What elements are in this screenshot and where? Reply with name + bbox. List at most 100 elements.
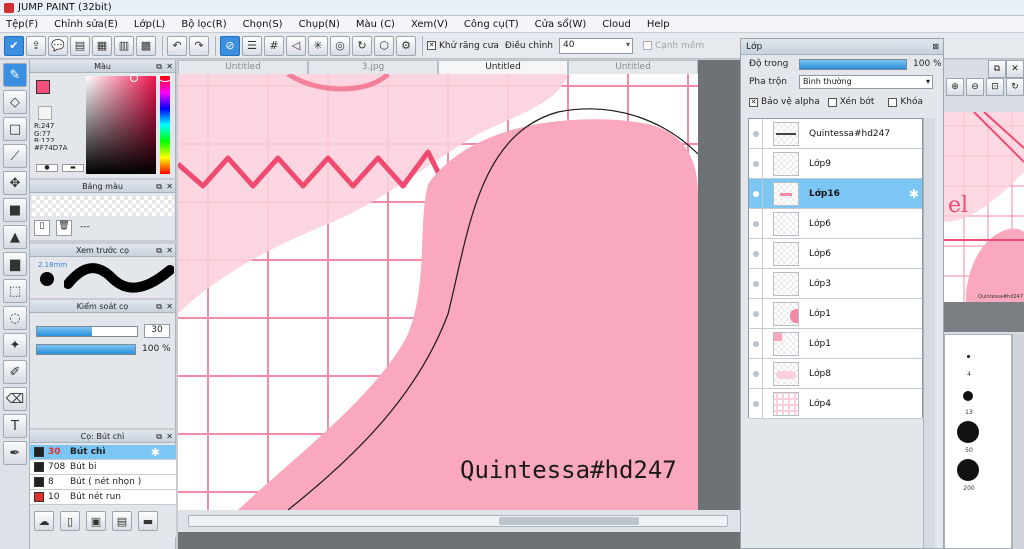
antialias-checkbox[interactable]: ✕ Khử răng cưa xyxy=(427,41,499,51)
layer-row[interactable]: Lớp6 xyxy=(749,208,922,239)
tab-untitled-4[interactable]: Untitled xyxy=(568,60,698,74)
popout-icon[interactable]: ⧉ xyxy=(156,180,162,193)
concentric-icon[interactable]: ◎ xyxy=(330,35,350,56)
hue-slider-cursor[interactable] xyxy=(158,74,172,82)
vanishing-point-icon[interactable]: ◁ xyxy=(286,35,306,56)
lasso-tool-icon[interactable]: ◌ xyxy=(3,306,27,330)
page-icon[interactable]: ▦ xyxy=(92,35,112,56)
layer-row[interactable]: Lớp3 xyxy=(749,268,922,299)
palette-swatches[interactable] xyxy=(32,196,174,216)
close-icon[interactable]: ✕ xyxy=(166,180,173,193)
layer-row[interactable]: Lớp1 xyxy=(749,298,922,329)
layer-row[interactable]: Lớp4 xyxy=(749,388,922,419)
visibility-eye-icon[interactable] xyxy=(749,148,763,179)
transparent-swatch[interactable] xyxy=(38,106,52,120)
opacity-slider[interactable] xyxy=(36,344,136,355)
eyedropper-tool-icon[interactable]: ✒ xyxy=(3,441,27,465)
fit-icon[interactable]: ⊡ xyxy=(986,78,1004,96)
antialias-check-icon[interactable]: ✕ xyxy=(427,41,436,50)
visibility-eye-icon[interactable] xyxy=(749,178,763,209)
visibility-eye-icon[interactable] xyxy=(749,388,763,419)
redo-icon[interactable]: ↷ xyxy=(189,35,209,56)
layer-row-selected[interactable]: Lớp16 ✱ xyxy=(749,178,922,209)
tab-untitled-1[interactable]: Untitled xyxy=(178,60,308,74)
delete-palette-icon[interactable]: 🗑 xyxy=(56,220,72,236)
bucket-tool-icon[interactable]: ▲ xyxy=(3,225,27,249)
gear-icon[interactable]: ✱ xyxy=(151,446,160,459)
pen-item[interactable]: 8 Bút ( nét nhọn ) xyxy=(30,475,176,490)
popout-icon[interactable]: ⧉ xyxy=(156,244,162,257)
color-mode-button[interactable]: ● xyxy=(36,164,58,172)
zoom-out-icon[interactable]: ⊖ xyxy=(966,78,984,96)
layer-blend-select[interactable]: Bình thường xyxy=(799,75,933,89)
protect-alpha-checkbox[interactable]: ✕ xyxy=(749,97,758,107)
zoom-in-icon[interactable]: ⊕ xyxy=(946,78,964,96)
clip-checkbox[interactable] xyxy=(827,97,837,107)
menu-select[interactable]: Chọn(S) xyxy=(243,19,283,30)
sv-picker-cursor[interactable] xyxy=(130,74,138,82)
menu-file[interactable]: Tệp(F) xyxy=(6,19,38,30)
brush-list-scrollbar[interactable] xyxy=(1012,334,1024,549)
layer-row[interactable]: Lớp9 xyxy=(749,148,922,179)
soft-edge-check-icon[interactable] xyxy=(642,41,652,50)
menu-capture[interactable]: Chụp(N) xyxy=(299,19,340,30)
visibility-eye-icon[interactable] xyxy=(749,208,763,239)
brush-size-dot[interactable] xyxy=(967,355,970,358)
line-tool-icon[interactable]: ⟋ xyxy=(3,144,27,168)
new-pen-icon[interactable]: ▯ xyxy=(60,511,80,531)
visibility-eye-icon[interactable] xyxy=(749,268,763,299)
popout-icon[interactable]: ⧉ xyxy=(156,300,162,313)
no-guide-icon[interactable]: ⊘ xyxy=(220,35,240,56)
select-eraser-tool-icon[interactable]: ⌫ xyxy=(3,387,27,411)
export-icon[interactable]: ⇪ xyxy=(26,35,46,56)
tab-untitled-active[interactable]: Untitled xyxy=(438,60,568,74)
pen-item[interactable]: 30 Bút chì ✱ xyxy=(30,445,176,460)
popout-icon[interactable]: ⧉ xyxy=(156,60,162,73)
menu-color[interactable]: Màu (C) xyxy=(356,19,395,30)
visibility-eye-icon[interactable] xyxy=(749,358,763,389)
layer-row[interactable]: Lớp8 xyxy=(749,358,922,389)
text-tool-icon[interactable]: T xyxy=(3,414,27,438)
layer-row[interactable]: Lớp1 xyxy=(749,328,922,359)
copy-pen-icon[interactable]: ▣ xyxy=(86,511,106,531)
rect-tool-icon[interactable]: □ xyxy=(3,117,27,141)
navigator-thumbnail[interactable]: el Quintessa#hd247 xyxy=(944,112,1024,332)
visibility-eye-icon[interactable] xyxy=(749,118,763,149)
parallel-lines-icon[interactable]: ☰ xyxy=(242,35,262,56)
cloud-check-icon[interactable]: ✔ xyxy=(4,35,24,56)
visibility-eye-icon[interactable] xyxy=(749,328,763,359)
size-slider[interactable] xyxy=(36,326,138,337)
pen-tool-icon[interactable]: ✎ xyxy=(3,63,27,87)
polygon-icon[interactable]: ⬡ xyxy=(374,35,394,56)
close-icon[interactable]: ✕ xyxy=(166,430,173,443)
eraser-tool-icon[interactable]: ◇ xyxy=(3,90,27,114)
brush-size-dot[interactable] xyxy=(957,459,979,481)
menu-edit[interactable]: Chỉnh sửa(E) xyxy=(54,19,118,30)
magic-wand-tool-icon[interactable]: ✦ xyxy=(3,333,27,357)
close-icon[interactable]: ✕ xyxy=(166,244,173,257)
close-icon[interactable]: ⊠ xyxy=(932,39,939,55)
undo-icon[interactable]: ↶ xyxy=(167,35,187,56)
move-tool-icon[interactable]: ✥ xyxy=(3,171,27,195)
layer-row[interactable]: Quintessa#hd247 xyxy=(749,118,922,149)
radial-icon[interactable]: ✳ xyxy=(308,35,328,56)
cloud-download-icon[interactable]: ☁ xyxy=(34,511,54,531)
layer-opacity-slider[interactable] xyxy=(799,58,907,70)
hue-slider[interactable] xyxy=(160,76,170,174)
canvas-hscroll[interactable] xyxy=(178,510,740,532)
layer-row[interactable]: Lớp6 xyxy=(749,238,922,269)
tab-3jpg[interactable]: 3.jpg xyxy=(308,60,438,74)
close-icon[interactable]: ✕ xyxy=(166,60,173,73)
document-icon[interactable]: ▥ xyxy=(114,35,134,56)
pen-item[interactable]: 708 Bút bi xyxy=(30,460,176,475)
close-icon[interactable]: ✕ xyxy=(1006,60,1024,78)
folder-icon[interactable]: ▬ xyxy=(138,511,158,531)
color-mode-button[interactable]: ▬ xyxy=(62,164,84,172)
select-pen-tool-icon[interactable]: ✐ xyxy=(3,360,27,384)
popout-icon[interactable]: ⧉ xyxy=(988,60,1006,78)
size-value[interactable]: 30 xyxy=(144,324,170,338)
foreground-swatch[interactable] xyxy=(36,80,50,94)
adjust-select[interactable]: 40 xyxy=(558,37,633,54)
fill-rect-tool-icon[interactable]: ■ xyxy=(3,198,27,222)
pen-item[interactable]: 10 Bút nét run xyxy=(30,490,176,505)
